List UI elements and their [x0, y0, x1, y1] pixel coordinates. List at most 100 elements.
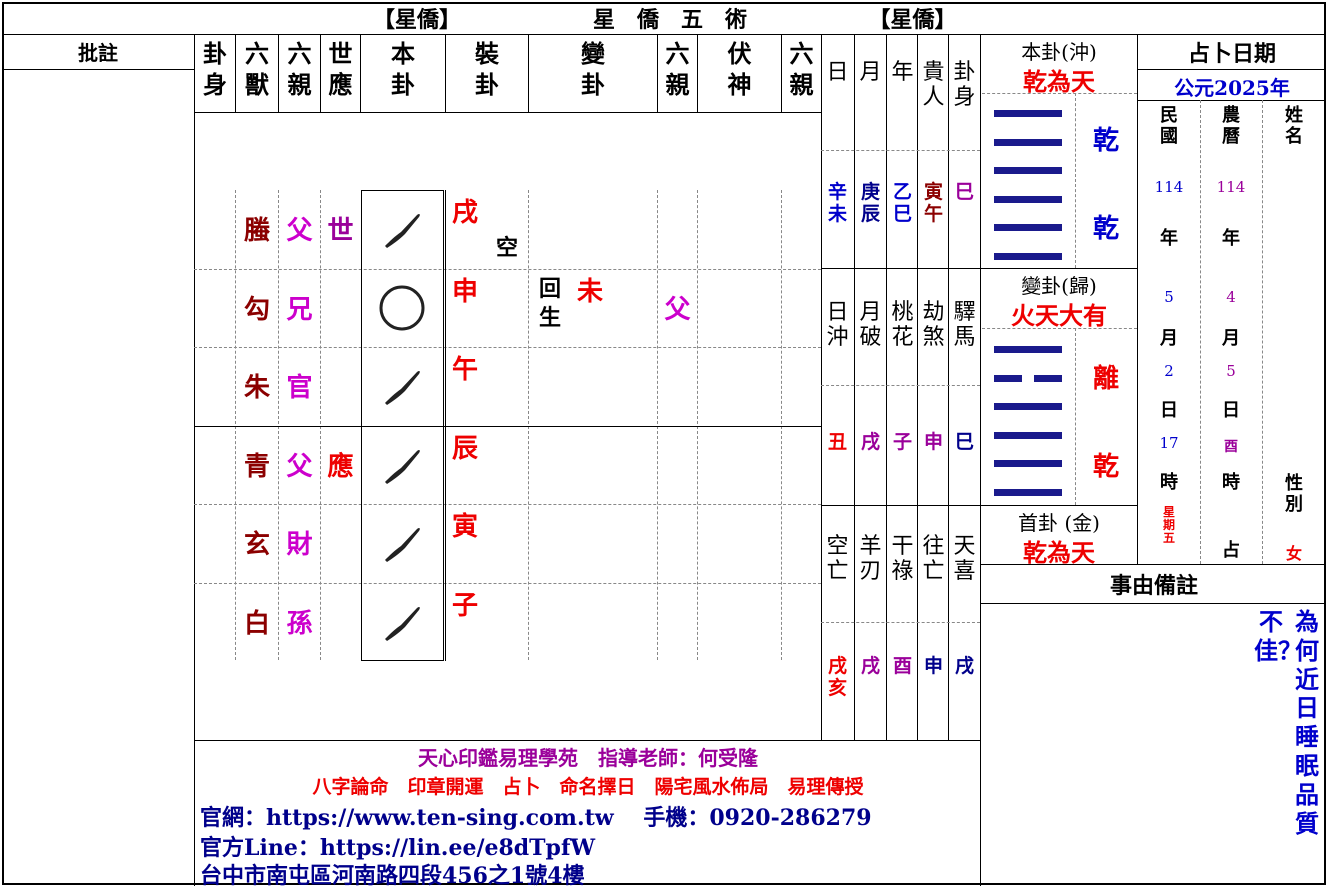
bian-gua-yang-line — [994, 403, 1062, 410]
table-header-2: 六 親 — [287, 39, 312, 100]
shou-gua-name: 乾為天 — [1023, 538, 1095, 567]
yang-line-brush-icon — [385, 213, 420, 248]
row-empty-mark: 空 — [495, 235, 518, 261]
ben-gua-name: 乾為天 — [1023, 67, 1095, 96]
minguo-hour: 17 — [1159, 434, 1179, 452]
row-relative: 兄 — [286, 295, 313, 325]
reason-label: 事由備註 — [1109, 573, 1198, 599]
nongli-day-unit: 日 — [1222, 400, 1240, 421]
bian-gua-label: 變卦(歸) — [1021, 274, 1097, 298]
minguo-month: 5 — [1164, 288, 1174, 306]
yang-line-brush-icon — [385, 449, 420, 484]
col-minguo: 民 國 — [1160, 105, 1178, 147]
shensha-values-1-4: 巳 — [954, 431, 974, 453]
row-beast: 白 — [243, 609, 270, 639]
ben-gua-yang-line — [994, 138, 1062, 146]
row-branch: 辰 — [451, 434, 478, 464]
row-change-note: 回 生 — [538, 276, 561, 331]
nongli-year: 114 — [1216, 178, 1246, 196]
yang-line-brush-icon — [385, 527, 420, 562]
nongli-month-unit: 月 — [1222, 328, 1240, 349]
calendar-headers-2: 年 — [891, 60, 914, 85]
nongli-month: 4 — [1226, 288, 1236, 306]
row-shiying: 應 — [327, 452, 354, 482]
shensha-values-2-2: 酉 — [892, 655, 912, 677]
ben-gua-yang-line — [994, 110, 1062, 117]
shensha-headers-2-4: 天 喜 — [953, 534, 976, 585]
ben-gua-yang-line — [994, 252, 1062, 260]
row-relative: 官 — [286, 373, 313, 403]
nongli-day: 5 — [1226, 362, 1236, 380]
row-relative: 財 — [286, 530, 313, 560]
table-header-9: 六 親 — [789, 39, 814, 100]
calendar-headers-3: 貴 人 — [922, 60, 945, 111]
row-beast: 玄 — [243, 530, 270, 560]
footer-address: 台中市南屯區河南路四段456之1號4樓 — [200, 863, 585, 889]
table-header-1: 六 獸 — [245, 39, 269, 100]
shensha-headers-2-3: 往 亡 — [922, 534, 945, 585]
calendar-headers-0: 日 — [826, 60, 849, 85]
table-header-8: 伏 神 — [727, 39, 752, 100]
footer-website[interactable]: 官網：https://www.ten-sing.com.tw 手機：0920-2… — [200, 800, 872, 832]
row-branch: 午 — [451, 355, 478, 385]
date-panel-title: 占卜日期 — [1187, 41, 1276, 67]
notes-label: 批註 — [78, 41, 118, 65]
shensha-values-1-3: 申 — [923, 431, 943, 453]
shensha-headers-1-0: 日 沖 — [826, 300, 849, 351]
reason-col2: 不佳？ — [1254, 607, 1302, 665]
calendar-values-4: 巳 — [954, 181, 974, 203]
shensha-values-2-3: 申 — [923, 655, 943, 677]
footer-school: 天心印鑑易理學苑 指導老師：何受隆 — [418, 746, 758, 770]
bian-gua-yang-line — [994, 488, 1062, 496]
divination-type: 占 — [1222, 540, 1240, 561]
calendar-headers-4: 卦 身 — [953, 60, 976, 111]
row-relative: 父 — [286, 216, 313, 246]
ben-gua-label: 本卦(沖) — [1021, 40, 1097, 64]
table-header-3: 世 應 — [328, 39, 353, 100]
era-year: 公元2025年 — [1174, 76, 1290, 100]
calendar-values-0: 辛 未 — [827, 181, 847, 225]
weekday: 星 期 五 — [1162, 505, 1175, 546]
row-beast: 螣 — [243, 216, 270, 246]
header-title: 星 僑 五 術 — [592, 7, 747, 33]
shensha-headers-1-1: 月 破 — [859, 300, 882, 351]
minguo-month-unit: 月 — [1160, 328, 1178, 349]
bian-gua-yang-line — [994, 346, 1062, 353]
minguo-year: 114 — [1154, 178, 1184, 196]
yang-line-brush-icon — [385, 606, 420, 641]
row-relative: 父 — [286, 452, 313, 482]
shensha-values-2-0: 戌 亥 — [827, 655, 847, 699]
ben-gua-yang-line — [994, 195, 1062, 203]
shensha-values-1-1: 戌 — [860, 431, 880, 453]
minguo-day-unit: 日 — [1160, 400, 1178, 421]
shensha-values-2-1: 戌 — [860, 655, 880, 677]
bian-gua-upper: 離 — [1092, 364, 1119, 394]
table-header-4: 本 卦 — [391, 39, 415, 100]
calendar-values-2: 乙 巳 — [892, 181, 912, 225]
ben-gua-yang-line — [994, 224, 1062, 231]
shensha-headers-1-3: 劫 煞 — [922, 300, 945, 351]
shensha-values-1-2: 子 — [892, 431, 912, 453]
ben-gua-yang-line — [994, 167, 1062, 174]
calendar-values-3: 寅 午 — [923, 181, 943, 225]
ben-gua-lower: 乾 — [1092, 214, 1119, 244]
row-branch: 子 — [451, 591, 478, 621]
shensha-headers-1-2: 桃 花 — [891, 300, 914, 351]
gender-label: 性 別 — [1285, 473, 1303, 515]
row-change-rel: 父 — [664, 295, 691, 325]
shensha-values-2-4: 戌 — [954, 655, 974, 677]
row-shiying: 世 — [327, 216, 354, 246]
minguo-year-unit: 年 — [1160, 228, 1178, 249]
shensha-headers-1-4: 驛 馬 — [953, 300, 976, 351]
nongli-year-unit: 年 — [1222, 228, 1240, 249]
moving-yang-circle-icon — [379, 285, 425, 331]
nongli-hour: 酉 — [1224, 439, 1238, 455]
ben-gua-upper: 乾 — [1092, 126, 1119, 156]
bian-gua-yang-line — [994, 431, 1062, 439]
calendar-values-1: 庚 辰 — [860, 181, 880, 225]
yang-line-brush-icon — [385, 370, 420, 405]
shensha-headers-2-0: 空 亡 — [826, 534, 849, 585]
table-header-0: 卦 身 — [203, 39, 227, 100]
table-header-7: 六 親 — [665, 39, 690, 100]
col-name: 姓 名 — [1285, 105, 1303, 147]
